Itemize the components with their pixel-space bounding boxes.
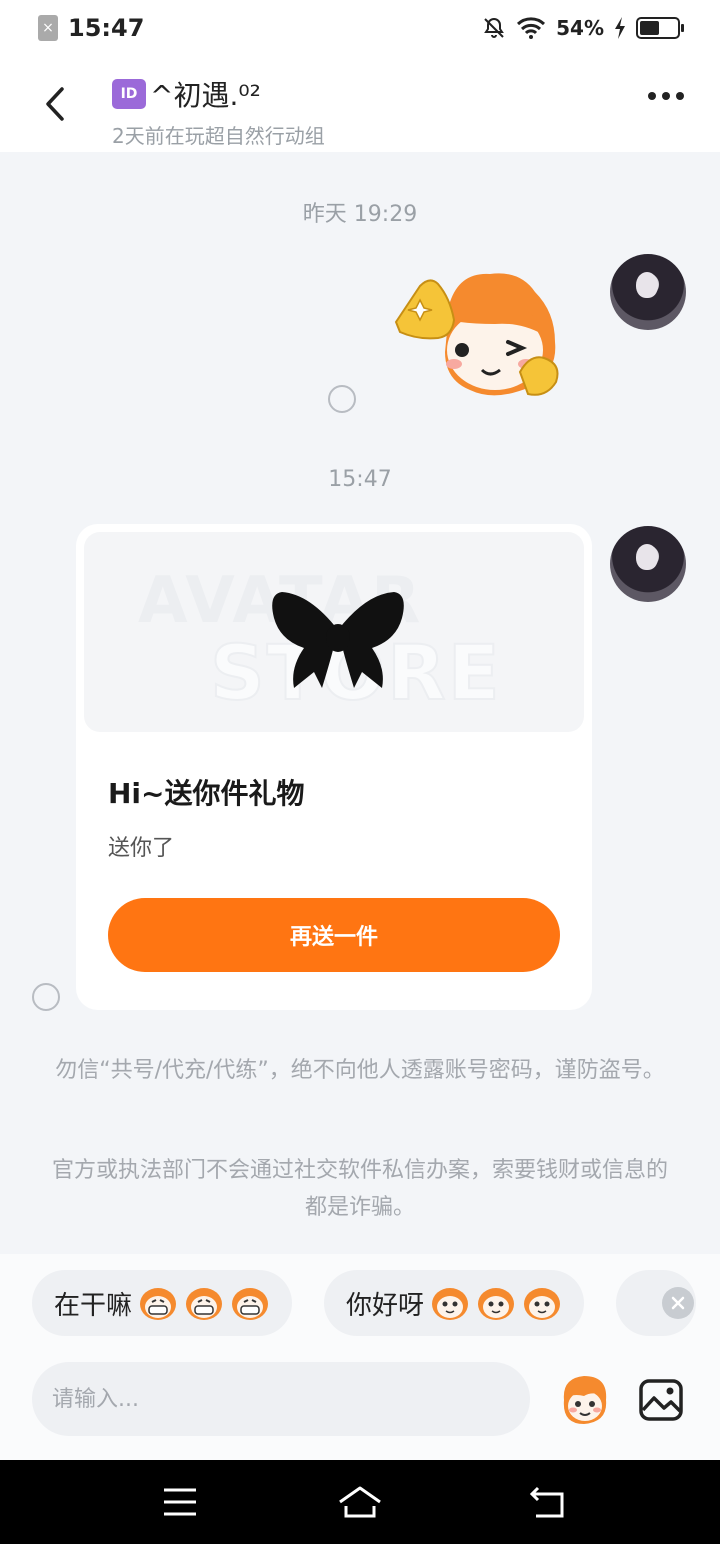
security-warning: 勿信“共号/代充/代练”，绝不向他人透露账号密码，谨防盗号。	[55, 1058, 665, 1083]
read-status-indicator	[32, 983, 60, 1011]
quick-reply-chip[interactable]: 在干嘛	[32, 1270, 293, 1336]
home-icon[interactable]	[336, 1482, 384, 1522]
quick-reply-text: 你好呀	[346, 1290, 425, 1321]
back-icon	[46, 87, 64, 121]
id-badge: ID	[112, 79, 146, 109]
composer-bar: 在干嘛 你好呀	[0, 1254, 720, 1460]
back-nav-icon[interactable]	[528, 1482, 568, 1522]
battery-percent: 54%	[556, 16, 604, 40]
more-icon[interactable]	[648, 92, 684, 100]
system-nav-bar	[0, 1460, 720, 1544]
charging-icon	[615, 17, 625, 39]
chat-header: ID ^初遇.⁰² 2天前在玩超自然行动组	[0, 56, 720, 152]
smiling-emoji-icon	[478, 1288, 515, 1320]
gift-title: Hi~送你件礼物	[108, 777, 305, 810]
status-time: 15:47	[68, 14, 145, 42]
mute-bell-icon	[484, 17, 504, 38]
fraud-warning: 官方或执法部门不会通过社交软件私信办案，索要钱财或信息的都是诈骗。	[51, 1158, 668, 1220]
sim-error-icon: ×	[38, 15, 58, 41]
contact-name[interactable]: ^初遇.⁰²	[150, 74, 261, 114]
message-input-box[interactable]	[32, 1362, 530, 1436]
smiling-emoji-icon	[524, 1288, 561, 1320]
bow-icon	[272, 592, 404, 688]
close-quick-replies-button[interactable]	[662, 1287, 694, 1319]
image-upload-icon[interactable]	[638, 1378, 684, 1422]
read-status-indicator	[328, 385, 356, 413]
grinning-emoji-icon	[186, 1288, 223, 1320]
avatar[interactable]	[610, 526, 686, 602]
smiling-emoji-icon	[432, 1288, 469, 1320]
gift-image: AVATAR STORE	[84, 532, 584, 732]
chat-area[interactable]: 昨天 19:29 15:47 AVATAR STORE Hi~送你件礼物 送你了…	[0, 152, 720, 1254]
send-another-gift-button[interactable]: 再送一件	[108, 898, 560, 972]
quick-reply-chip[interactable]: 你好呀	[324, 1270, 585, 1336]
message-input[interactable]	[52, 1386, 530, 1412]
grinning-emoji-icon	[140, 1288, 177, 1320]
quick-reply-text: 在干嘛	[54, 1290, 133, 1321]
sticker-image[interactable]	[390, 262, 570, 402]
grinning-emoji-icon	[232, 1288, 269, 1320]
gift-description: 送你了	[108, 836, 175, 861]
timestamp: 昨天 19:29	[302, 202, 418, 227]
avatar[interactable]	[610, 254, 686, 330]
back-button[interactable]	[30, 76, 80, 132]
status-bar: × 15:47 54%	[0, 0, 720, 56]
battery-icon	[636, 17, 684, 39]
emoji-picker-icon[interactable]	[554, 1370, 614, 1430]
contact-status: 2天前在玩超自然行动组	[112, 124, 325, 148]
gift-card[interactable]: AVATAR STORE Hi~送你件礼物 送你了 再送一件	[76, 524, 592, 1010]
menu-icon[interactable]	[160, 1482, 200, 1522]
close-icon	[671, 1296, 685, 1310]
wifi-icon	[517, 17, 546, 39]
timestamp: 15:47	[328, 467, 392, 492]
